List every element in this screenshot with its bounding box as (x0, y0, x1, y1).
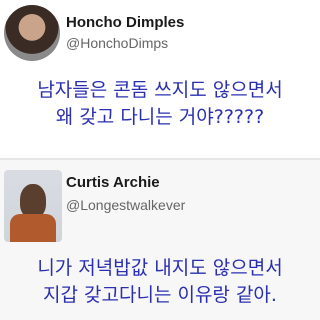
tweet-text-line: 지갑 갖고다니는 이유랑 같아. (43, 284, 277, 306)
user-handle[interactable]: @HonchoDimps (66, 35, 168, 51)
avatar-shirt (10, 214, 56, 242)
display-name[interactable]: Honcho Dimples (66, 14, 184, 31)
tweet-2: Curtis Archie @Longestwalkever 니가 저녁밥값 내… (0, 160, 320, 320)
avatar[interactable] (4, 5, 60, 61)
user-handle[interactable]: @Longestwalkever (66, 197, 185, 213)
tweet-text-line: 왜 갖고 다니는 거야????? (55, 106, 265, 128)
tweet-text-line: 남자들은 콘돔 쓰지도 않으면서 (37, 79, 283, 101)
tweet-text: 남자들은 콘돔 쓰지도 않으면서 왜 갖고 다니는 거야????? (0, 77, 320, 131)
tweet-text-line: 니가 저녁밥값 내지도 않으면서 (37, 257, 283, 279)
display-name[interactable]: Curtis Archie (66, 174, 160, 191)
avatar[interactable] (4, 170, 62, 242)
tweet-1: Honcho Dimples @HonchoDimps 남자들은 콘돔 쓰지도 … (0, 0, 320, 158)
avatar-face (20, 184, 46, 218)
tweet-text: 니가 저녁밥값 내지도 않으면서 지갑 갖고다니는 이유랑 같아. (0, 255, 320, 309)
